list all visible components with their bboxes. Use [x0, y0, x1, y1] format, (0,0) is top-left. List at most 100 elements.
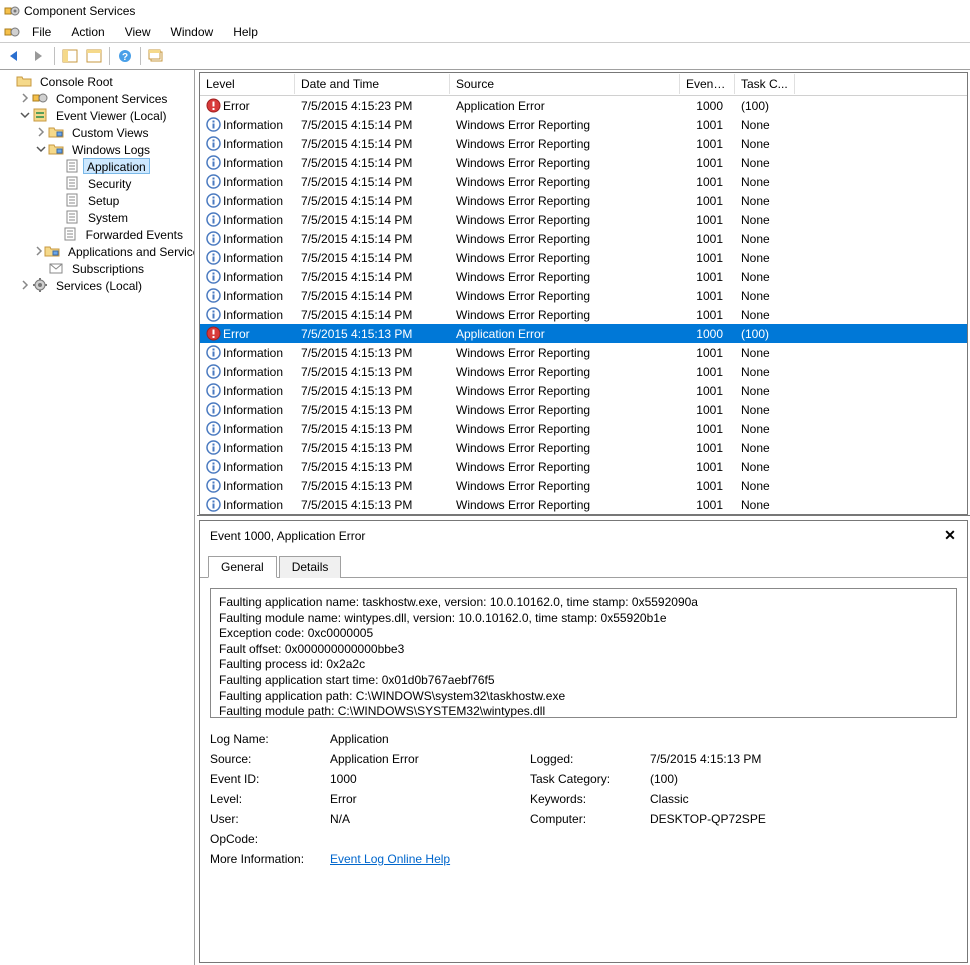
help-button[interactable]: ?: [114, 45, 136, 67]
main-area: Console Root Component ServicesEvent Vie…: [0, 70, 970, 965]
event-row[interactable]: Information7/5/2015 4:15:14 PMWindows Er…: [200, 172, 967, 191]
cell-level: Information: [200, 135, 295, 152]
chevron-down-icon[interactable]: [18, 108, 32, 122]
tree-item-security[interactable]: Security: [0, 174, 194, 191]
properties-button[interactable]: [83, 45, 105, 67]
event-row[interactable]: Information7/5/2015 4:15:14 PMWindows Er…: [200, 191, 967, 210]
event-row[interactable]: Information7/5/2015 4:15:14 PMWindows Er…: [200, 305, 967, 324]
cell-task: None: [735, 288, 795, 304]
cell-source: Windows Error Reporting: [450, 402, 680, 418]
column-date[interactable]: Date and Time: [295, 74, 450, 94]
event-row[interactable]: Information7/5/2015 4:15:13 PMWindows Er…: [200, 419, 967, 438]
event-row[interactable]: Information7/5/2015 4:15:13 PMWindows Er…: [200, 476, 967, 495]
cell-date: 7/5/2015 4:15:14 PM: [295, 155, 450, 171]
cell-level: Information: [200, 287, 295, 304]
cell-eventid: 1001: [680, 269, 735, 285]
cell-source: Windows Error Reporting: [450, 307, 680, 323]
tree-label: Component Services: [51, 90, 172, 106]
tree-item-applications-and-services-logs[interactable]: Applications and Services Logs: [0, 242, 194, 259]
menu-window[interactable]: Window: [161, 23, 224, 41]
tree-item-application[interactable]: Application: [0, 157, 194, 174]
event-row[interactable]: Information7/5/2015 4:15:14 PMWindows Er…: [200, 248, 967, 267]
log-icon: [62, 226, 78, 242]
expand-placeholder: [34, 261, 48, 275]
tab-general[interactable]: General: [208, 556, 277, 578]
tree-item-forwarded-events[interactable]: Forwarded Events: [0, 225, 194, 242]
cell-source: Windows Error Reporting: [450, 459, 680, 475]
toolbar: ?: [0, 42, 970, 70]
services-icon: [32, 277, 48, 293]
event-row[interactable]: Information7/5/2015 4:15:13 PMWindows Er…: [200, 438, 967, 457]
cell-date: 7/5/2015 4:15:13 PM: [295, 326, 450, 342]
event-row[interactable]: Information7/5/2015 4:15:14 PMWindows Er…: [200, 153, 967, 172]
tab-details[interactable]: Details: [279, 556, 342, 578]
event-row[interactable]: Information7/5/2015 4:15:13 PMWindows Er…: [200, 457, 967, 476]
event-row[interactable]: Information7/5/2015 4:15:14 PMWindows Er…: [200, 115, 967, 134]
titlebar: Component Services: [0, 0, 970, 22]
menu-view[interactable]: View: [115, 23, 161, 41]
cell-date: 7/5/2015 4:15:13 PM: [295, 497, 450, 513]
event-description[interactable]: Faulting application name: taskhostw.exe…: [210, 588, 957, 718]
event-row[interactable]: Information7/5/2015 4:15:13 PMWindows Er…: [200, 362, 967, 381]
chevron-down-icon[interactable]: [34, 142, 48, 156]
column-level[interactable]: Level: [200, 74, 295, 94]
cell-source: Application Error: [450, 98, 680, 114]
info-icon: [206, 497, 221, 512]
event-row[interactable]: Information7/5/2015 4:15:13 PMWindows Er…: [200, 400, 967, 419]
menu-action[interactable]: Action: [61, 23, 114, 41]
chevron-right-icon[interactable]: [34, 244, 44, 258]
tree-item-services-local-[interactable]: Services (Local): [0, 276, 194, 293]
cell-source: Windows Error Reporting: [450, 288, 680, 304]
cell-eventid: 1001: [680, 421, 735, 437]
info-icon: [206, 383, 221, 398]
tree-item-windows-logs[interactable]: Windows Logs: [0, 140, 194, 157]
close-icon[interactable]: ✕: [941, 527, 959, 545]
new-window-button[interactable]: [145, 45, 167, 67]
event-row[interactable]: Information7/5/2015 4:15:13 PMWindows Er…: [200, 495, 967, 514]
back-button[interactable]: [4, 45, 26, 67]
cell-source: Windows Error Reporting: [450, 117, 680, 133]
forward-button[interactable]: [28, 45, 50, 67]
online-help-link[interactable]: Event Log Online Help: [330, 852, 450, 866]
tree-item-custom-views[interactable]: Custom Views: [0, 123, 194, 140]
tree-label: System: [83, 209, 133, 225]
event-row[interactable]: Information7/5/2015 4:15:13 PMWindows Er…: [200, 343, 967, 362]
menu-help[interactable]: Help: [223, 23, 268, 41]
column-task[interactable]: Task C...: [735, 74, 795, 94]
tree-pane[interactable]: Console Root Component ServicesEvent Vie…: [0, 70, 195, 965]
cell-task: (100): [735, 98, 795, 114]
cell-level: Information: [200, 249, 295, 266]
log-icon: [64, 158, 80, 174]
tree-item-event-viewer-local-[interactable]: Event Viewer (Local): [0, 106, 194, 123]
cell-level: Information: [200, 477, 295, 494]
chevron-right-icon[interactable]: [34, 125, 48, 139]
event-row[interactable]: Information7/5/2015 4:15:14 PMWindows Er…: [200, 210, 967, 229]
tree-item-component-services[interactable]: Component Services: [0, 89, 194, 106]
event-list[interactable]: Level Date and Time Source Event ID Task…: [200, 73, 967, 514]
cell-source: Windows Error Reporting: [450, 497, 680, 513]
event-row[interactable]: Information7/5/2015 4:15:14 PMWindows Er…: [200, 286, 967, 305]
event-row[interactable]: Error7/5/2015 4:15:13 PMApplication Erro…: [200, 324, 967, 343]
event-row[interactable]: Information7/5/2015 4:15:14 PMWindows Er…: [200, 134, 967, 153]
tree-item-setup[interactable]: Setup: [0, 191, 194, 208]
tree-item-system[interactable]: System: [0, 208, 194, 225]
expand-icon[interactable]: [2, 74, 16, 88]
menu-file[interactable]: File: [22, 23, 61, 41]
info-icon: [206, 421, 221, 436]
column-source[interactable]: Source: [450, 74, 680, 94]
event-row[interactable]: Information7/5/2015 4:15:13 PMWindows Er…: [200, 381, 967, 400]
info-icon: [206, 440, 221, 455]
cell-date: 7/5/2015 4:15:13 PM: [295, 459, 450, 475]
chevron-right-icon[interactable]: [18, 91, 32, 105]
show-hide-tree-button[interactable]: [59, 45, 81, 67]
tree-item-subscriptions[interactable]: Subscriptions: [0, 259, 194, 276]
column-eventid[interactable]: Event ID: [680, 74, 735, 94]
detail-body: Faulting application name: taskhostw.exe…: [200, 578, 967, 962]
event-row[interactable]: Information7/5/2015 4:15:14 PMWindows Er…: [200, 267, 967, 286]
tree-root[interactable]: Console Root: [0, 72, 194, 89]
toolbar-separator: [109, 47, 110, 65]
log-icon: [64, 209, 80, 225]
event-row[interactable]: Information7/5/2015 4:15:14 PMWindows Er…: [200, 229, 967, 248]
chevron-right-icon[interactable]: [18, 278, 32, 292]
event-row[interactable]: Error7/5/2015 4:15:23 PMApplication Erro…: [200, 96, 967, 115]
